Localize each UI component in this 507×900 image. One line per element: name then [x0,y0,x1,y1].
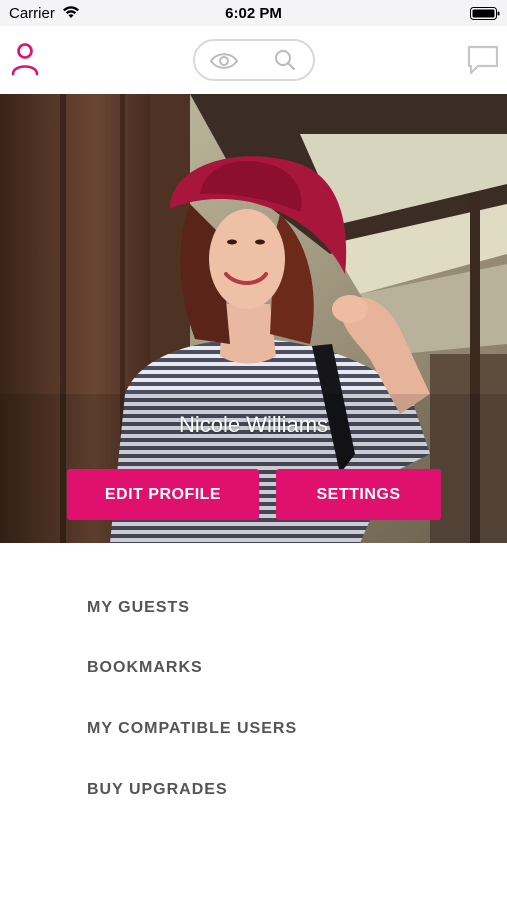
profile-hero: Nicole Williams EDIT PROFILE SETTINGS [0,94,507,543]
eye-icon[interactable] [209,50,239,72]
menu-item-buy-upgrades[interactable]: BUY UPGRADES [87,781,228,799]
chat-bubble-icon[interactable] [466,44,500,76]
status-bar: Carrier 6:02 PM [0,0,507,26]
top-nav [0,26,507,94]
search-icon[interactable] [273,48,297,72]
menu-item-my-compatible-users[interactable]: MY COMPATIBLE USERS [87,720,297,738]
edit-profile-button[interactable]: EDIT PROFILE [67,469,259,520]
user-name: Nicole Williams [178,412,329,437]
menu-item-my-guests[interactable]: MY GUESTS [87,599,190,617]
person-icon[interactable] [10,42,40,76]
settings-button[interactable]: SETTINGS [276,469,441,520]
battery-icon [470,7,500,20]
menu-item-bookmarks[interactable]: BOOKMARKS [87,659,203,677]
status-time: 6:02 PM [225,5,282,22]
view-search-toggle [193,39,315,81]
